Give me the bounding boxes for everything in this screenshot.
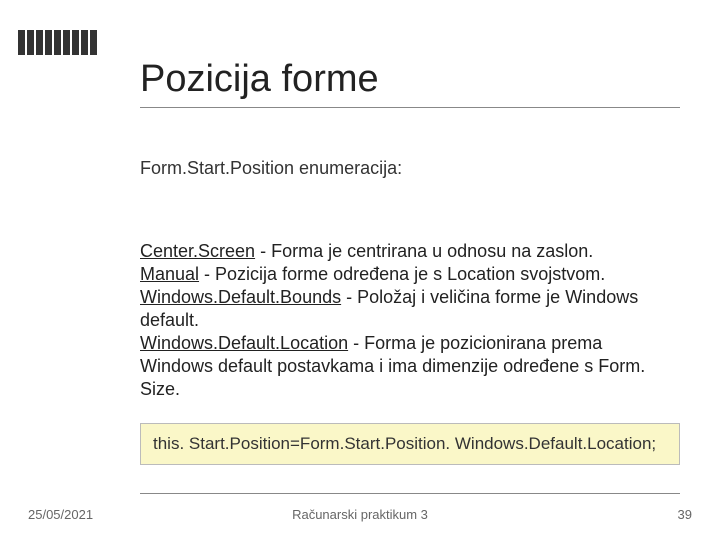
- footer-center: Računarski praktikum 3: [0, 507, 720, 522]
- slide: Pozicija forme Form.Start.Position enume…: [0, 0, 720, 540]
- enum-item: Windows.Default.Bounds - Položaj i velič…: [140, 286, 680, 332]
- slide-title: Pozicija forme: [140, 58, 680, 108]
- enum-name: Center.Screen: [140, 241, 255, 261]
- enum-desc: - Pozicija forme određena je s Location …: [199, 264, 605, 284]
- decorative-squares: [18, 30, 97, 55]
- enum-item: Center.Screen - Forma je centrirana u od…: [140, 240, 680, 263]
- footer-divider: [140, 493, 680, 494]
- enum-item: Manual - Pozicija forme određena je s Lo…: [140, 263, 680, 286]
- enum-name: Manual: [140, 264, 199, 284]
- code-box: this. Start.Position=Form.Start.Position…: [140, 423, 680, 465]
- footer: 25/05/2021 Računarski praktikum 3 39: [0, 507, 720, 522]
- slide-subtitle: Form.Start.Position enumeracija:: [140, 158, 402, 179]
- enum-item: Windows.Default.Location - Forma je pozi…: [140, 332, 680, 401]
- enum-name: Windows.Default.Location: [140, 333, 348, 353]
- body-text: Center.Screen - Forma je centrirana u od…: [140, 240, 680, 401]
- enum-name: Windows.Default.Bounds: [140, 287, 341, 307]
- enum-desc: - Forma je centrirana u odnosu na zaslon…: [255, 241, 593, 261]
